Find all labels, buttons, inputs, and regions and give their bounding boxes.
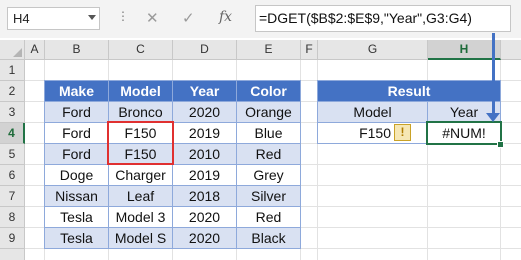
table-cell[interactable]: Tesla [44, 206, 109, 228]
row-header-7[interactable]: 7 [0, 186, 25, 207]
error-warning-icon[interactable]: ! [394, 124, 411, 141]
chevron-down-icon[interactable] [88, 15, 96, 20]
table-cell[interactable]: Blue [236, 122, 301, 144]
table-cell[interactable]: Orange [236, 101, 301, 123]
fx-icon[interactable]: fx [219, 9, 232, 25]
table-cell[interactable]: Charger [108, 164, 173, 186]
formula-input[interactable]: =DGET($B$2:$E$9,"Year",G3:G4) [255, 5, 511, 32]
table-cell[interactable]: Nissan [44, 185, 109, 207]
row-header-4[interactable]: 4 [0, 123, 25, 144]
column-header-a[interactable]: A [25, 40, 45, 60]
table-cell[interactable]: 2020 [172, 227, 237, 249]
row-header-filler [0, 249, 25, 260]
table-cell[interactable]: Grey [236, 164, 301, 186]
column-header-b[interactable]: B [45, 40, 109, 60]
row-header-8[interactable]: 8 [0, 207, 25, 228]
callout-arrow-shaft [492, 33, 495, 113]
more-icon: ⋮ [117, 9, 129, 23]
formula-text: =DGET($B$2:$E$9,"Year",G3:G4) [259, 10, 472, 26]
select-all-icon [13, 48, 22, 57]
criteria-model-cell[interactable]: F150 [317, 122, 428, 144]
table-cell[interactable]: Ford [44, 143, 109, 165]
result-title[interactable]: Result [317, 80, 501, 102]
column-header-c[interactable]: C [109, 40, 173, 60]
table-cell[interactable]: 2019 [172, 122, 237, 144]
row-header-5[interactable]: 5 [0, 144, 25, 165]
table-cell[interactable]: Red [236, 206, 301, 228]
column-header-filler [501, 40, 521, 60]
row-header-6[interactable]: 6 [0, 165, 25, 186]
table-cell[interactable]: 2020 [172, 206, 237, 228]
row-header-9[interactable]: 9 [0, 228, 25, 249]
table-cell[interactable]: 2018 [172, 185, 237, 207]
name-box-value: H4 [13, 11, 30, 26]
fill-handle[interactable] [497, 141, 504, 148]
table-header-make[interactable]: Make [44, 80, 109, 102]
name-box[interactable]: H4 [7, 7, 100, 30]
check-icon[interactable]: ✓ [182, 9, 195, 27]
row-header-3[interactable]: 3 [0, 102, 25, 123]
table-cell[interactable]: 2020 [172, 101, 237, 123]
column-header-d[interactable]: D [173, 40, 237, 60]
table-cell[interactable]: Model 3 [108, 206, 173, 228]
table-cell[interactable]: 2010 [172, 143, 237, 165]
row-header-2[interactable]: 2 [0, 81, 25, 102]
table-cell[interactable]: Ford [44, 101, 109, 123]
table-cell[interactable]: 2019 [172, 164, 237, 186]
table-cell[interactable]: Bronco [108, 101, 173, 123]
table-cell[interactable]: Red [236, 143, 301, 165]
column-header-f[interactable]: F [301, 40, 318, 60]
selected-cell-outline [426, 121, 502, 145]
table-cell[interactable]: Silver [236, 185, 301, 207]
column-header-g[interactable]: G [318, 40, 428, 60]
row-header-1[interactable]: 1 [0, 60, 25, 81]
result-header-model[interactable]: Model [317, 101, 428, 123]
table-cell[interactable]: Model S [108, 227, 173, 249]
formula-bar: H4 ⋮ ✕ ✓ fx =DGET($B$2:$E$9,"Year",G3:G4… [0, 0, 521, 38]
table-header-color[interactable]: Color [236, 80, 301, 102]
table-header-year[interactable]: Year [172, 80, 237, 102]
close-icon[interactable]: ✕ [146, 9, 159, 27]
table-cell[interactable]: Leaf [108, 185, 173, 207]
table-cell[interactable]: Ford [44, 122, 109, 144]
table-header-model[interactable]: Model [108, 80, 173, 102]
table-cell[interactable]: Tesla [44, 227, 109, 249]
callout-arrow-head [486, 113, 500, 122]
column-header-e[interactable]: E [237, 40, 301, 60]
f150-highlight-box [107, 121, 174, 165]
table-cell[interactable]: Doge [44, 164, 109, 186]
column-header-h[interactable]: H [428, 40, 501, 60]
table-cell[interactable]: Black [236, 227, 301, 249]
